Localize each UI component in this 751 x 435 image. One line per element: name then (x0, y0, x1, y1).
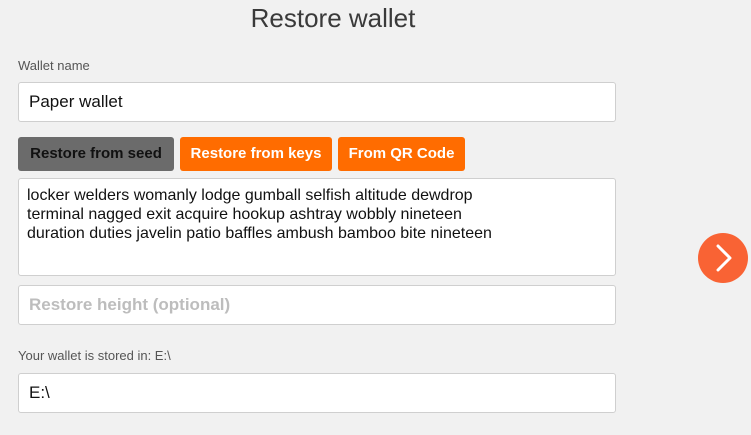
wallet-name-input[interactable] (18, 82, 616, 122)
chevron-right-icon (716, 244, 732, 272)
wallet-name-label: Wallet name (18, 58, 90, 73)
seed-textarea[interactable]: locker welders womanly lodge gumball sel… (18, 178, 616, 276)
wallet-location-input[interactable] (18, 373, 616, 413)
from-qr-code-button[interactable]: From QR Code (338, 137, 465, 171)
restore-from-keys-button[interactable]: Restore from keys (180, 137, 332, 171)
next-button[interactable] (698, 233, 748, 283)
restore-from-seed-button[interactable]: Restore from seed (18, 137, 174, 171)
page-title: Restore wallet (250, 3, 416, 33)
wallet-location-label: Your wallet is stored in: E:\ (18, 348, 171, 363)
restore-height-input[interactable] (18, 285, 616, 325)
